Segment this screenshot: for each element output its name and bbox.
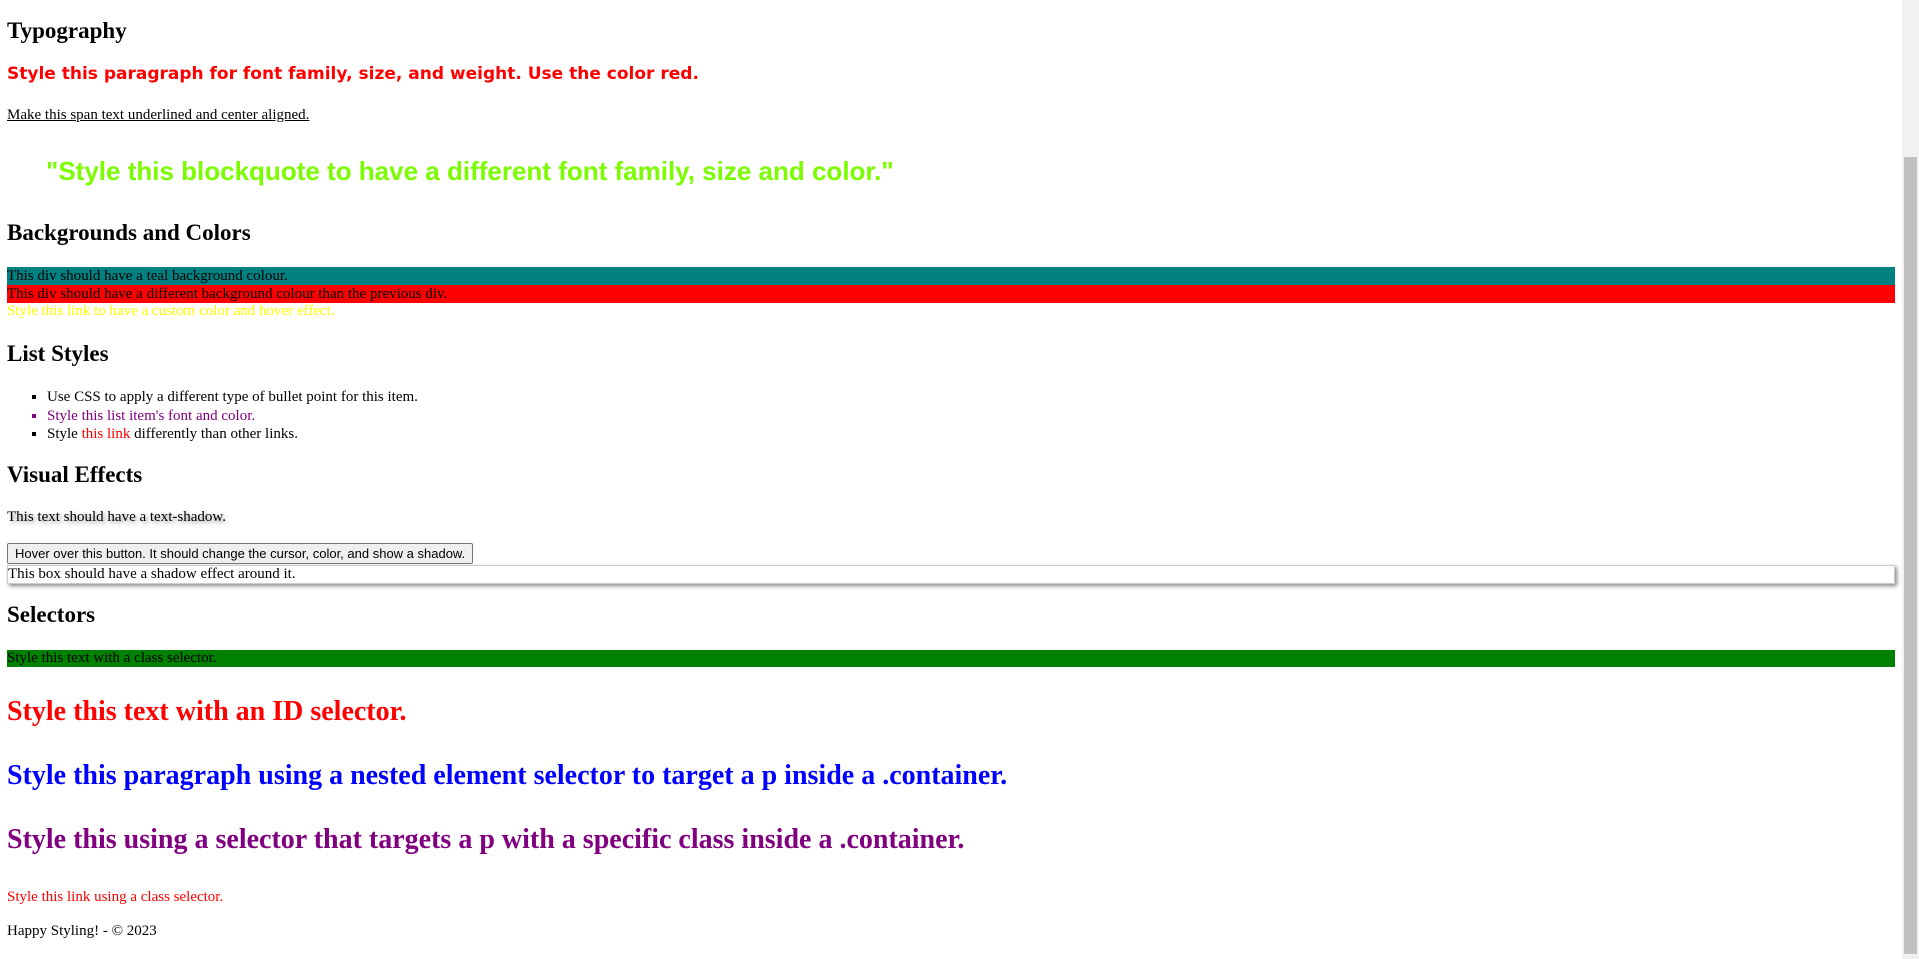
underlined-span: Make this span text underlined and cente… [7, 107, 310, 123]
typography-heading: Typography [7, 18, 127, 43]
shadow-text: This text should have a text-shadow. [7, 509, 226, 525]
shadow-box: This box should have a shadow effect aro… [7, 565, 1895, 584]
selectors-heading: Selectors [7, 602, 96, 627]
styled-blockquote: "Style this blockquote to have a differe… [46, 156, 894, 186]
teal-div: This div should have a teal background c… [7, 267, 1895, 285]
class-selector-link[interactable]: Style this link using a class selector. [7, 889, 223, 906]
red-div: This div should have a different backgro… [7, 285, 1895, 303]
list-item-purple: Style this list item's font and color. [47, 407, 418, 426]
red-link[interactable]: this link [82, 426, 131, 442]
vertical-scrollbar[interactable] [1902, 0, 1919, 959]
hover-button[interactable]: Hover over this button. It should change… [7, 543, 474, 564]
backgrounds-heading: Backgrounds and Colors [7, 220, 251, 245]
nested-selector-text: Style this paragraph using a nested elem… [7, 760, 1008, 791]
specific-class-text: Style this using a selector that targets… [7, 824, 965, 855]
custom-color-link[interactable]: Style this link to have a custom color a… [7, 303, 335, 320]
styled-list: Use CSS to apply a different type of bul… [7, 388, 418, 444]
styled-paragraph: Style this paragraph for font family, si… [7, 64, 699, 84]
class-selector-text: Style this text with a class selector. [7, 650, 1895, 667]
id-selector-text: Style this text with an ID selector. [7, 696, 407, 727]
effects-heading: Visual Effects [7, 462, 143, 487]
scrollbar-thumb[interactable] [1904, 157, 1917, 954]
footer-text: Happy Styling! - © 2023 [7, 923, 157, 939]
list-item-with-link: Style this link differently than other l… [47, 425, 418, 444]
lists-heading: List Styles [7, 341, 109, 366]
list-item: Use CSS to apply a different type of bul… [47, 388, 418, 407]
